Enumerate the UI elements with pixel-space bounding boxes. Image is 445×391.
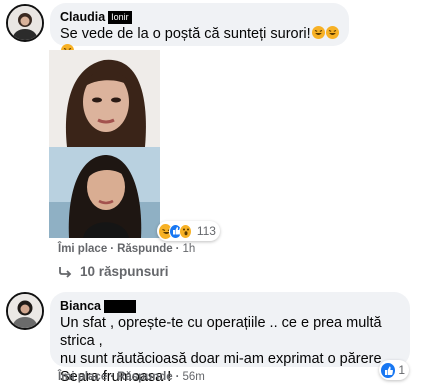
reactions-summary[interactable]: 113 xyxy=(157,221,220,241)
separator-dot: · xyxy=(110,371,115,383)
redacted-name xyxy=(104,299,136,313)
reaction-count: 1 xyxy=(398,363,405,377)
comment-actions: Îmi place · Răspunde · 56m xyxy=(58,371,205,383)
avatar[interactable] xyxy=(6,4,44,42)
laughing-emoji-icon xyxy=(325,26,339,39)
reaction-count: 113 xyxy=(196,224,216,238)
separator-dot: · xyxy=(175,371,180,383)
comment-bubble: Claudia Ionir Se vede de la o poștă că s… xyxy=(50,3,349,57)
separator-dot: · xyxy=(110,243,115,255)
replies-label: 10 răspunsuri xyxy=(80,264,169,279)
wow-icon xyxy=(178,223,192,239)
separator-dot: · xyxy=(175,243,180,255)
like-button[interactable]: Îmi place xyxy=(58,371,107,383)
timestamp[interactable]: 1h xyxy=(183,243,196,255)
comment-author[interactable]: Bianca xyxy=(60,299,400,313)
like-button[interactable]: Îmi place xyxy=(58,243,107,255)
avatar[interactable] xyxy=(6,292,44,330)
timestamp[interactable]: 56m xyxy=(183,371,205,383)
view-replies-link[interactable]: 10 răspunsuri xyxy=(58,264,169,279)
reply-arrow-icon xyxy=(59,266,72,278)
avatar-image xyxy=(8,6,42,40)
comment-actions: Îmi place · Răspunde · 1h xyxy=(58,243,195,255)
reactions-summary[interactable]: 1 xyxy=(379,360,409,380)
avatar-image xyxy=(8,294,42,328)
comment-photo-bottom[interactable] xyxy=(49,147,160,238)
comment-author[interactable]: Claudia Ionir xyxy=(60,10,339,24)
like-icon xyxy=(381,362,396,378)
reply-button[interactable]: Răspunde xyxy=(117,243,173,255)
comment-bubble: Bianca Un sfat , oprește-te cu operațiil… xyxy=(50,292,410,385)
reply-button[interactable]: Răspunde xyxy=(117,371,173,383)
redacted-name: Ionir xyxy=(108,10,132,24)
laughing-emoji-icon xyxy=(311,26,325,39)
comment-photo-top[interactable] xyxy=(49,50,160,147)
